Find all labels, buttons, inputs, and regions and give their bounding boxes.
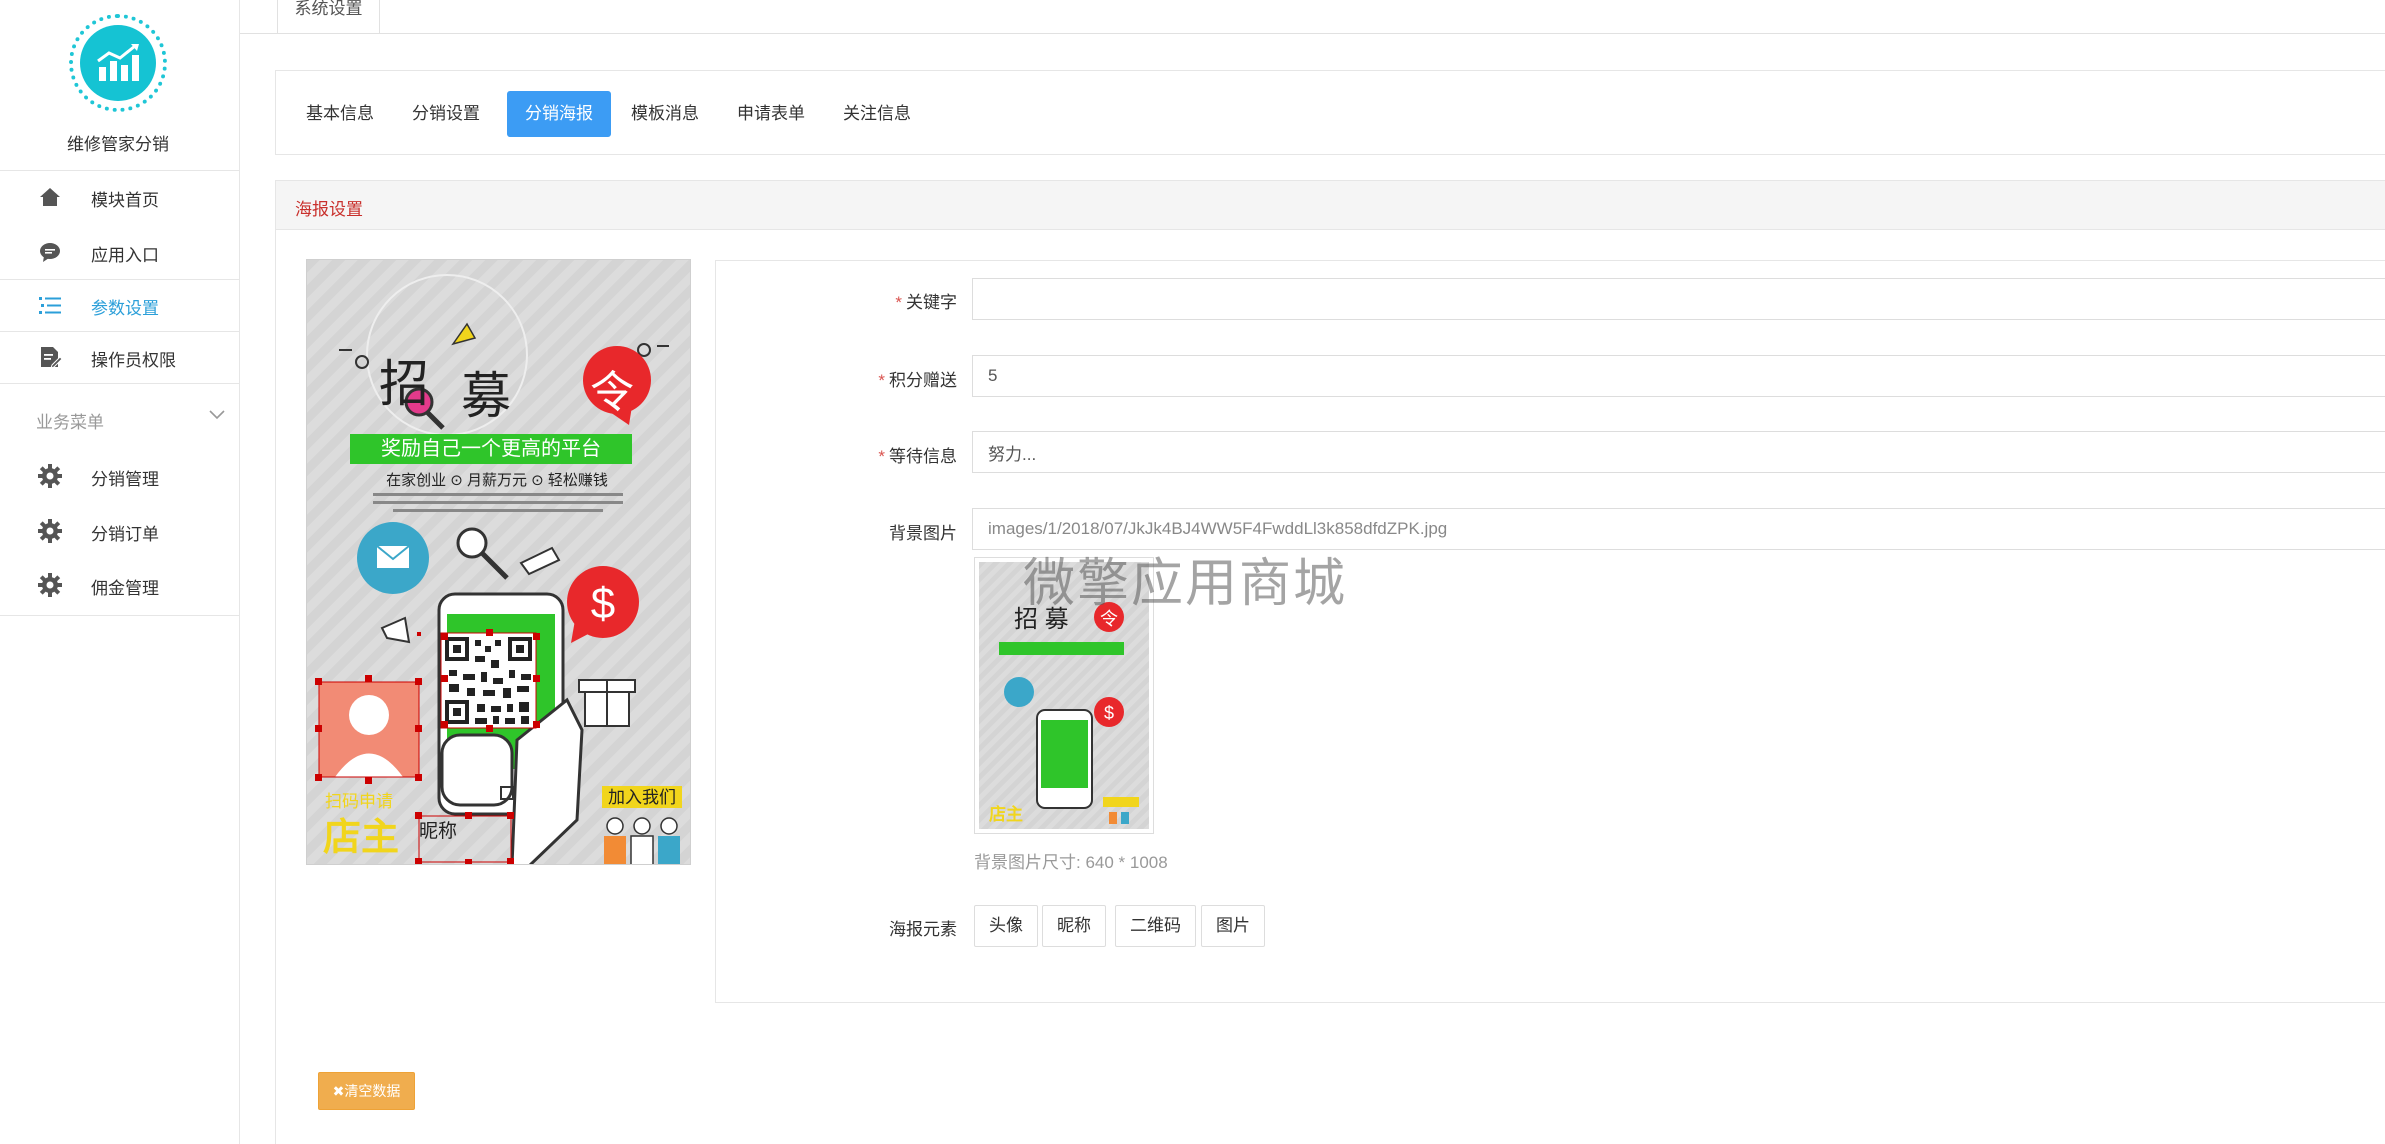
keyword-label: * 关键字: [895, 293, 957, 312]
poster-title-char: 募: [461, 368, 511, 424]
sidebar-item-operator-permissions[interactable]: 操作员权限: [0, 331, 240, 383]
poster-title-char: 招: [379, 356, 429, 412]
poster-elements-label: 海报元素: [889, 920, 957, 939]
watermark: 微擎应用商城: [1023, 555, 1348, 613]
panel-title: 海报设置: [295, 200, 363, 219]
divider: [0, 615, 240, 616]
clear-data-button[interactable]: ✖清空数据: [318, 1072, 415, 1110]
sidebar-item-distribution-orders[interactable]: 分销订单: [0, 505, 240, 557]
svg-text:奖励自己一个更高的平台: 奖励自己一个更高的平台: [381, 437, 601, 460]
sidebar-item-settings[interactable]: 参数设置: [0, 279, 240, 331]
home-icon: [38, 185, 62, 209]
background-size-help: 背景图片尺寸: 640 * 1008: [974, 853, 1168, 872]
points-field[interactable]: [972, 355, 2385, 397]
keyword-field[interactable]: [972, 278, 2385, 320]
panel-header: 海报设置: [276, 181, 2385, 230]
tab-follow-info[interactable]: 关注信息: [825, 91, 929, 137]
poster-shop-owner: 店主: [323, 817, 400, 859]
wait-info-label: * 等待信息: [878, 447, 957, 466]
add-avatar-button[interactable]: 头像: [974, 905, 1038, 947]
sidebar: 维修管家分销 模块首页 应用入口 参数设置 操作员权限 业务菜单 分销管理 分销…: [0, 0, 240, 1144]
points-label: * 积分赠送: [878, 371, 957, 390]
tab-basic-info[interactable]: 基本信息: [288, 91, 392, 137]
gear-icon: [38, 573, 62, 597]
wait-info-field[interactable]: [972, 431, 2385, 473]
svg-text:$: $: [1104, 703, 1114, 723]
sidebar-item-app-entry[interactable]: 应用入口: [0, 226, 240, 278]
menu-group-title: 业务菜单: [36, 413, 104, 432]
brand-logo: [69, 14, 167, 112]
add-nickname-button[interactable]: 昵称: [1042, 905, 1106, 947]
chart-icon: [80, 25, 156, 101]
chat-icon: [38, 240, 62, 264]
add-qrcode-button[interactable]: 二维码: [1115, 905, 1196, 947]
poster-features: 在家创业 ⊙ 月薪万元 ⊙ 轻松赚钱: [386, 472, 608, 489]
sidebar-item-label: 佣金管理: [91, 579, 159, 598]
svg-text:店主: 店主: [989, 804, 1023, 824]
divider: [380, 33, 2385, 34]
tab-distribution-poster[interactable]: 分销海报: [507, 91, 611, 137]
poster-title-char: 令: [590, 368, 634, 417]
divider: [0, 383, 240, 384]
svg-text:加入我们: 加入我们: [608, 788, 676, 807]
tab-distribution-settings[interactable]: 分销设置: [394, 91, 498, 137]
poster-preview[interactable]: 奖励自己一个更高的平台 $ 加入我们 招 募 令 在家创业 ⊙ 月薪万元 ⊙ 轻…: [306, 259, 691, 865]
document-edit-icon: [38, 345, 63, 369]
svg-text:$: $: [591, 579, 615, 628]
subtab-bar: 基本信息 分销设置 分销海报 模板消息 申请表单 关注信息: [275, 70, 2385, 155]
poster-artwork: 奖励自己一个更高的平台 $ 加入我们: [315, 274, 682, 864]
gear-icon: [38, 464, 62, 488]
tab-template-messages[interactable]: 模板消息: [613, 91, 717, 137]
tab-application-form[interactable]: 申请表单: [719, 91, 823, 137]
tab-system-settings[interactable]: 系统设置: [277, 0, 380, 34]
sidebar-item-distribution-management[interactable]: 分销管理: [0, 450, 240, 502]
sidebar-item-label: 模块首页: [91, 191, 159, 210]
chevron-down-icon[interactable]: [208, 406, 226, 426]
brand-name: 维修管家分销: [67, 135, 169, 154]
sidebar-item-commission-management[interactable]: 佣金管理: [0, 559, 240, 611]
sidebar-item-label: 分销管理: [91, 470, 159, 489]
divider: [240, 33, 277, 34]
poster-nickname: 昵称: [419, 821, 458, 842]
sidebar-item-label: 应用入口: [91, 246, 159, 265]
sidebar-item-label: 参数设置: [91, 299, 159, 318]
gear-icon: [38, 519, 62, 543]
sidebar-item-label: 操作员权限: [91, 351, 176, 370]
list-icon: [38, 293, 62, 317]
sidebar-item-label: 分销订单: [91, 525, 159, 544]
background-image-label: 背景图片: [889, 524, 957, 543]
sidebar-item-home[interactable]: 模块首页: [0, 171, 240, 223]
add-image-button[interactable]: 图片: [1201, 905, 1265, 947]
